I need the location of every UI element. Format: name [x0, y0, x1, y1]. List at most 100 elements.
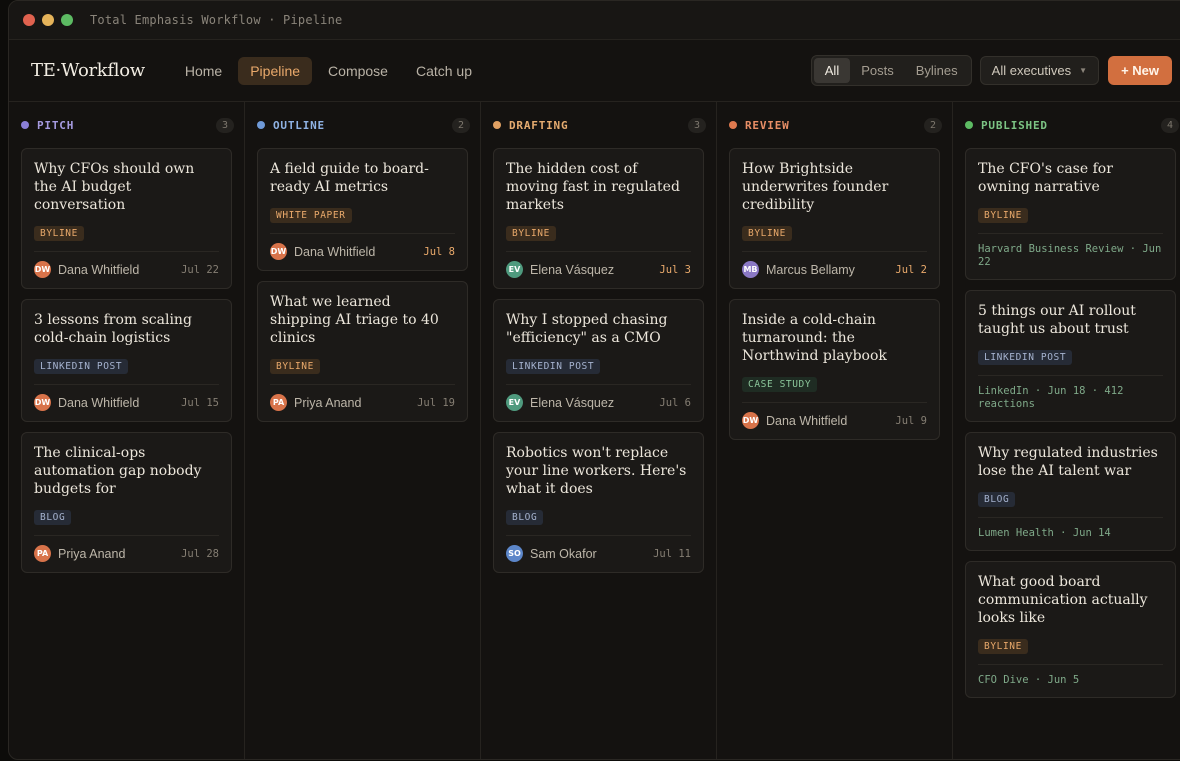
- due-date: Jul 11: [653, 547, 691, 560]
- content-type-tag: WHITE PAPER: [270, 208, 352, 223]
- column-title: DRAFTING: [509, 118, 569, 132]
- content-type-tag: BYLINE: [742, 226, 792, 241]
- card-title: What we learned shipping AI triage to 40…: [270, 294, 439, 346]
- pipeline-card[interactable]: Robotics won't replace your line workers…: [493, 432, 704, 573]
- pipeline-card[interactable]: How Brightside underwrites founder credi…: [729, 148, 940, 289]
- card-footer: DW Dana Whitfield Jul 8: [270, 233, 455, 260]
- pipeline-board: PITCH 3 Why CFOs should own the AI budget …: [9, 102, 1180, 759]
- avatar: DW: [742, 412, 759, 429]
- avatar: PA: [34, 545, 51, 562]
- due-date: Jul 19: [417, 396, 455, 409]
- card-title: How Brightside underwrites founder credi…: [742, 161, 889, 213]
- nav-catch-up[interactable]: Catch up: [404, 57, 484, 85]
- window-title: Total Emphasis Workflow · Pipeline: [90, 13, 343, 27]
- due-date: Jul 22: [181, 263, 219, 276]
- pipeline-card[interactable]: The CFO's case for owning narrative BYLIN…: [965, 148, 1176, 280]
- pipeline-card[interactable]: 5 things our AI rollout taught us about …: [965, 290, 1176, 422]
- card-footer: SO Sam Okafor Jul 11: [506, 535, 691, 562]
- avatar: EV: [506, 394, 523, 411]
- status-dot-icon: [21, 121, 29, 129]
- card-footer: DW Dana Whitfield Jul 22: [34, 251, 219, 278]
- close-window-button[interactable]: [23, 14, 35, 26]
- pipeline-card[interactable]: Why I stopped chasing "efficiency" as a …: [493, 299, 704, 422]
- nav-home[interactable]: Home: [173, 57, 234, 85]
- card-title: Robotics won't replace your line workers…: [506, 445, 687, 497]
- publication-meta: Lumen Health · Jun 14: [978, 517, 1163, 540]
- content-type-tag: BYLINE: [506, 226, 556, 241]
- pipeline-card[interactable]: 3 lessons from scaling cold-chain logist…: [21, 299, 232, 422]
- author-name: Dana Whitfield: [58, 262, 140, 277]
- minimize-window-button[interactable]: [42, 14, 54, 26]
- column-count-badge: 3: [687, 117, 706, 133]
- due-date: Jul 2: [895, 263, 927, 276]
- column-header: DRAFTING 3: [493, 102, 706, 148]
- author-name: Priya Anand: [58, 546, 126, 561]
- title-bar: Total Emphasis Workflow · Pipeline: [9, 1, 1180, 40]
- pipeline-card[interactable]: What we learned shipping AI triage to 40…: [257, 281, 468, 422]
- card-title: A field guide to board-ready AI metrics: [270, 161, 429, 195]
- avatar: SO: [506, 545, 523, 562]
- card-footer: MB Marcus Bellamy Jul 2: [742, 251, 927, 278]
- content-type-tag: LINKEDIN POST: [506, 359, 601, 374]
- author-name: Dana Whitfield: [58, 395, 140, 410]
- avatar: DW: [270, 243, 287, 260]
- card-title: 5 things our AI rollout taught us about …: [978, 303, 1136, 337]
- executive-select[interactable]: All executives ▼: [979, 56, 1100, 85]
- nav-pipeline[interactable]: Pipeline: [238, 56, 313, 85]
- pipeline-card[interactable]: A field guide to board-ready AI metrics W…: [257, 148, 468, 271]
- card-footer: EV Elena Vásquez Jul 3: [506, 251, 691, 278]
- due-date: Jul 8: [423, 245, 455, 258]
- filter-all[interactable]: All: [813, 58, 851, 83]
- publication-meta: CFO Dive · Jun 5: [978, 664, 1163, 687]
- pipeline-card[interactable]: What good board communication actually l…: [965, 561, 1176, 698]
- pipeline-card[interactable]: The clinical-ops automation gap nobody b…: [21, 432, 232, 573]
- card-footer: DW Dana Whitfield Jul 15: [34, 384, 219, 411]
- pipeline-card[interactable]: Inside a cold-chain turnaround: the Nort…: [729, 299, 940, 440]
- nav-compose[interactable]: Compose: [316, 57, 400, 85]
- app-window: Total Emphasis Workflow · Pipeline TE·Wo…: [8, 0, 1180, 760]
- column-header: PITCH 3: [21, 102, 234, 148]
- filter-posts[interactable]: Posts: [850, 58, 905, 83]
- author-name: Elena Vásquez: [530, 262, 615, 277]
- new-button[interactable]: + New: [1108, 56, 1172, 85]
- filter-bylines[interactable]: Bylines: [905, 58, 969, 83]
- column-pitch: PITCH 3 Why CFOs should own the AI budget …: [9, 102, 245, 759]
- pipeline-card[interactable]: The hidden cost of moving fast in regula…: [493, 148, 704, 289]
- content-type-tag: LINKEDIN POST: [978, 350, 1073, 365]
- publication-meta: Harvard Business Review · Jun 22: [978, 233, 1163, 269]
- author-name: Sam Okafor: [530, 546, 597, 561]
- column-title: PITCH: [37, 118, 75, 132]
- author-name: Priya Anand: [294, 395, 362, 410]
- status-dot-icon: [493, 121, 501, 129]
- content-type-tag: BLOG: [506, 510, 544, 525]
- content-type-tag: BLOG: [34, 510, 72, 525]
- maximize-window-button[interactable]: [61, 14, 73, 26]
- avatar: PA: [270, 394, 287, 411]
- avatar: DW: [34, 261, 51, 278]
- card-title: Why I stopped chasing "efficiency" as a …: [506, 312, 668, 346]
- pipeline-card[interactable]: Why CFOs should own the AI budget conver…: [21, 148, 232, 289]
- due-date: Jul 9: [895, 414, 927, 427]
- app-logo[interactable]: TE·Workflow: [31, 60, 145, 81]
- column-title: PUBLISHED: [981, 118, 1048, 132]
- due-date: Jul 28: [181, 547, 219, 560]
- card-title: The CFO's case for owning narrative: [978, 161, 1113, 195]
- column-drafting: DRAFTING 3 The hidden cost of moving fast …: [481, 102, 717, 759]
- card-title: The clinical-ops automation gap nobody b…: [34, 445, 202, 497]
- pipeline-card[interactable]: Why regulated industries lose the AI tal…: [965, 432, 1176, 551]
- avatar: EV: [506, 261, 523, 278]
- column-outline: OUTLINE 2 A field guide to board-ready AI …: [245, 102, 481, 759]
- column-count-badge: 3: [215, 117, 234, 133]
- card-title: What good board communication actually l…: [978, 574, 1148, 626]
- publication-meta: LinkedIn · Jun 18 · 412 reactions: [978, 375, 1163, 411]
- main-nav: Home Pipeline Compose Catch up: [173, 56, 484, 85]
- avatar: MB: [742, 261, 759, 278]
- card-footer: EV Elena Vásquez Jul 6: [506, 384, 691, 411]
- content-type-tag: BYLINE: [978, 208, 1028, 223]
- card-footer: PA Priya Anand Jul 28: [34, 535, 219, 562]
- author-name: Dana Whitfield: [766, 413, 848, 428]
- column-title: OUTLINE: [273, 118, 325, 132]
- status-dot-icon: [257, 121, 265, 129]
- card-footer: PA Priya Anand Jul 19: [270, 384, 455, 411]
- card-footer: DW Dana Whitfield Jul 9: [742, 402, 927, 429]
